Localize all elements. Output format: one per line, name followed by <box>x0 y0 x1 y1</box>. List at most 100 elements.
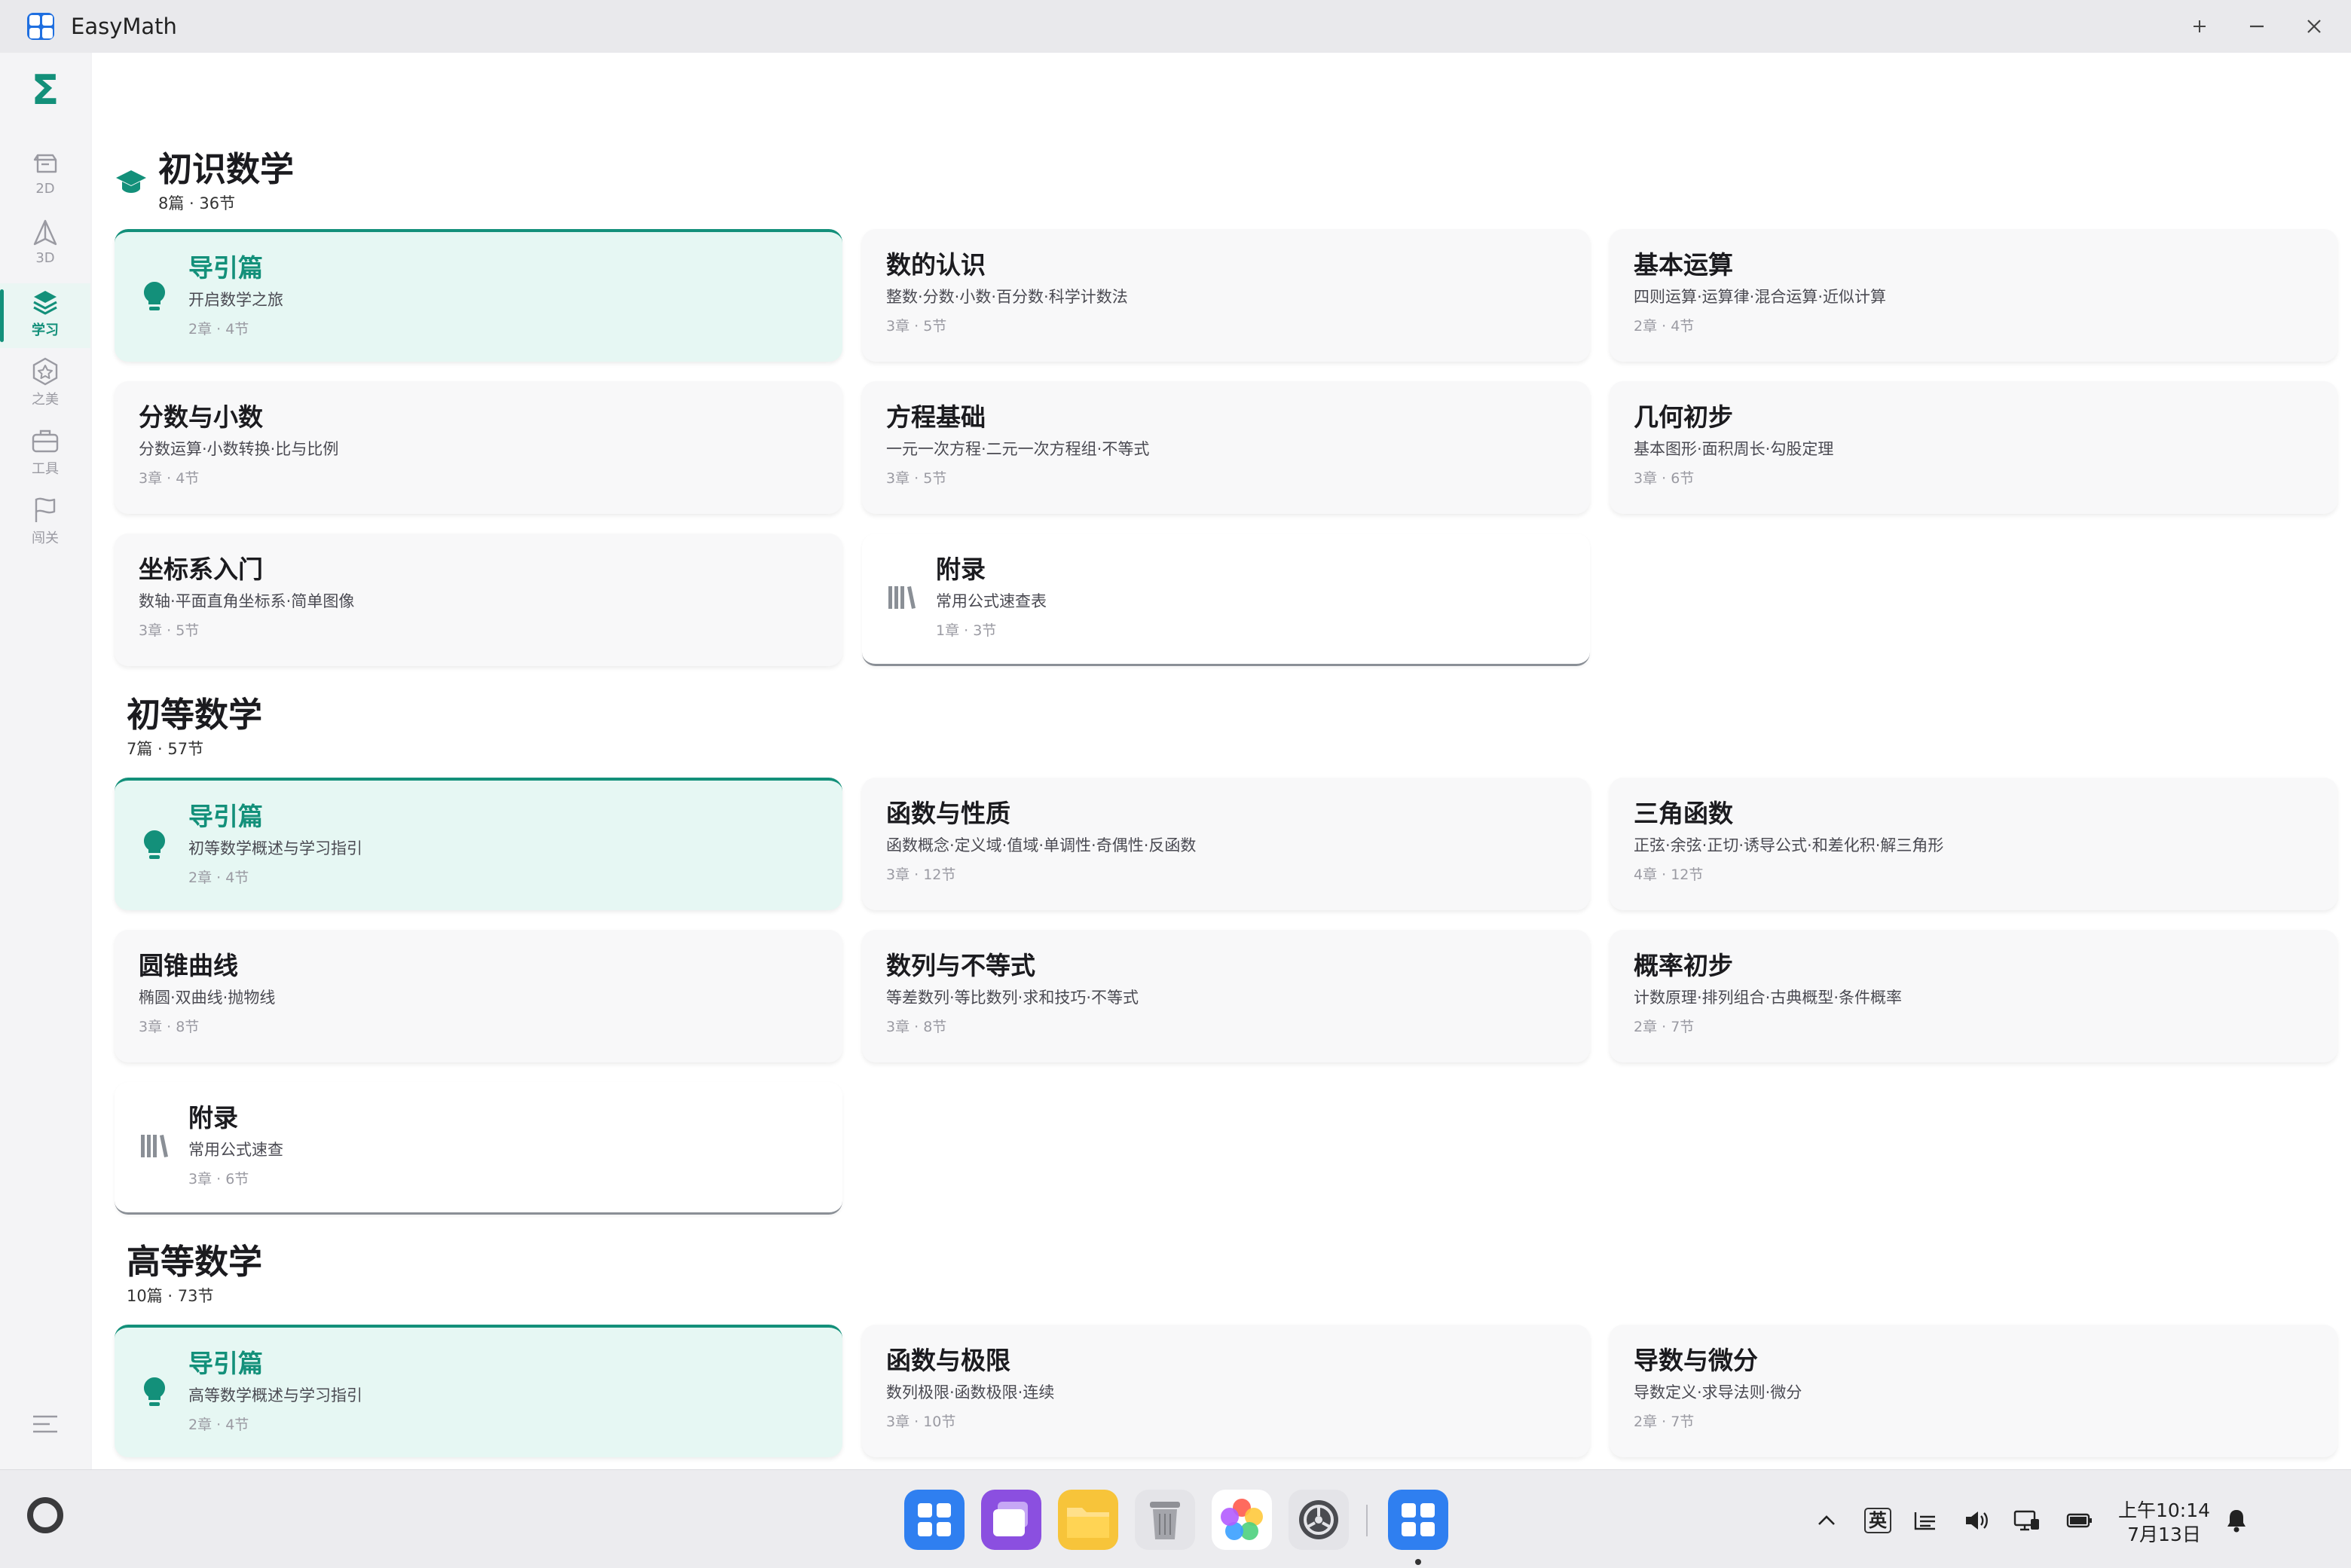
card-description: 正弦·余弦·正切·诱导公式·和差化积·解三角形 <box>1634 836 1944 854</box>
volume-button[interactable] <box>1959 1505 1994 1536</box>
course-card[interactable]: 数的认识 整数·分数·小数·百分数·科学计数法 3章 · 5节 <box>862 229 1590 362</box>
course-grid: 导引篇 开启数学之旅 2章 · 4节 数的认识 整数·分数·小数·百分数·科学计… <box>115 229 2351 666</box>
lightbulb-icon <box>143 282 166 310</box>
layers-stack-icon <box>33 291 57 315</box>
card-description: 数轴·平面直角坐标系·简单图像 <box>139 592 355 610</box>
card-description: 分数运算·小数转换·比与比例 <box>139 440 339 458</box>
section-subtitle: 7篇 · 57节 <box>127 740 204 758</box>
close-icon <box>2307 20 2321 33</box>
notifications-button[interactable] <box>2220 1505 2253 1536</box>
card-meta: 2章 · 4节 <box>188 870 249 886</box>
restore-icon <box>2194 20 2206 32</box>
section-header: 初识数学 8篇 · 36节 <box>115 149 294 214</box>
course-card[interactable]: 圆锥曲线 椭圆·双曲线·抛物线 3章 · 8节 <box>115 930 842 1062</box>
course-card[interactable]: 方程基础 一元一次方程·二元一次方程组·不等式 3章 · 5节 <box>862 381 1590 514</box>
battery-icon <box>2066 1513 2092 1528</box>
restore-window-button[interactable] <box>2182 9 2217 44</box>
display-button[interactable] <box>2007 1505 2047 1536</box>
course-card[interactable]: 坐标系入门 数轴·平面直角坐标系·简单图像 3章 · 5节 <box>115 533 842 666</box>
course-card[interactable]: 三角函数 正弦·余弦·正切·诱导公式·和差化积·解三角形 4章 · 12节 <box>1610 778 2337 910</box>
volume-icon <box>1966 1511 1988 1530</box>
card-description: 基本图形·面积周长·勾股定理 <box>1634 440 1834 458</box>
running-indicator <box>1415 1559 1421 1565</box>
dock-app-files[interactable] <box>1058 1490 1118 1550</box>
course-card[interactable]: 概率初步 计数原理·排列组合·古典概型·条件概率 2章 · 7节 <box>1610 930 2337 1062</box>
card-title: 数的认识 <box>886 250 986 280</box>
sidebar-item-challenge[interactable]: 闯关 <box>0 491 90 556</box>
minimize-window-button[interactable] <box>2239 9 2274 44</box>
flag-icon <box>35 497 56 522</box>
course-card[interactable]: 导引篇 初等数学概述与学习指引 2章 · 4节 <box>115 778 842 910</box>
clock[interactable]: 上午10:14 7月13日 <box>2111 1499 2217 1547</box>
chevron-up-icon <box>1818 1515 1835 1525</box>
dock-divider <box>1366 1505 1368 1536</box>
section-header: 初等数学 7篇 · 57节 <box>127 695 262 760</box>
sidebar-item-label: 工具 <box>32 461 59 477</box>
card-meta: 3章 · 4节 <box>139 470 200 487</box>
sidebar-item-2d[interactable]: 2D <box>0 145 90 209</box>
card-description: 导数定义·求导法则·微分 <box>1634 1383 1802 1401</box>
sidebar-item-tools[interactable]: 工具 <box>0 422 90 487</box>
card-title: 几何初步 <box>1634 402 1733 432</box>
card-title: 方程基础 <box>886 402 986 432</box>
card-title: 概率初步 <box>1634 951 1733 980</box>
dock-app-launcher[interactable] <box>904 1490 965 1550</box>
course-card[interactable]: 函数与极限 数列极限·函数极限·连续 3章 · 10节 <box>862 1325 1590 1457</box>
sidebar-item-3d[interactable]: 3D <box>0 214 90 279</box>
taskbar: 英 上午10:14 7月13日 <box>0 1469 2351 1568</box>
card-description: 高等数学概述与学习指引 <box>188 1386 362 1404</box>
2d-shape-icon <box>33 154 57 173</box>
ime-label: 英 <box>1864 1508 1891 1533</box>
course-card[interactable]: 数列与不等式 等差数列·等比数列·求和技巧·不等式 3章 · 8节 <box>862 930 1590 1062</box>
keyboard-button[interactable] <box>1908 1505 1943 1536</box>
card-title: 附录 <box>188 1103 238 1132</box>
card-meta: 3章 · 6节 <box>188 1171 249 1187</box>
sigma-logo-icon[interactable]: Σ <box>0 66 90 114</box>
trash-icon <box>1135 1490 1195 1550</box>
sidebar-item-beauty[interactable]: 之美 <box>0 353 90 417</box>
section-subtitle: 10篇 · 73节 <box>127 1287 214 1305</box>
dock-app-multitask[interactable] <box>981 1490 1041 1550</box>
card-meta: 3章 · 5节 <box>886 470 947 487</box>
close-window-button[interactable] <box>2297 9 2331 44</box>
card-title: 函数与性质 <box>886 799 1010 828</box>
sidebar-item-label: 3D <box>35 250 55 266</box>
card-description: 一元一次方程·二元一次方程组·不等式 <box>886 440 1150 458</box>
card-title: 导引篇 <box>188 1349 263 1378</box>
card-description: 椭圆·双曲线·抛物线 <box>139 989 276 1007</box>
lightbulb-icon <box>143 830 166 859</box>
tray-expand-button[interactable] <box>1810 1505 1843 1536</box>
card-description: 四则运算·运算律·混合运算·近似计算 <box>1634 288 1887 306</box>
course-card[interactable]: 分数与小数 分数运算·小数转换·比与比例 3章 · 4节 <box>115 381 842 514</box>
dock-app-easymath[interactable] <box>1388 1490 1448 1550</box>
card-meta: 3章 · 5节 <box>139 622 200 639</box>
dock-app-photos[interactable] <box>1212 1490 1272 1550</box>
ime-indicator[interactable]: 英 <box>1860 1505 1896 1536</box>
course-card-appendix[interactable]: 附录 常用公式速查表 1章 · 3节 <box>862 533 1590 666</box>
dock-app-trash[interactable] <box>1135 1490 1195 1550</box>
card-title: 附录 <box>936 555 986 584</box>
course-card-appendix[interactable]: 附录 常用公式速查 3章 · 6节 <box>115 1082 842 1215</box>
sidebar-item-learn[interactable]: 学习 <box>0 283 90 348</box>
start-button[interactable] <box>27 1497 63 1533</box>
card-meta: 2章 · 4节 <box>188 321 249 338</box>
window-title: EasyMath <box>71 14 177 39</box>
clock-date: 7月13日 <box>2127 1524 2201 1545</box>
course-card[interactable]: 导数与微分 导数定义·求导法则·微分 2章 · 7节 <box>1610 1325 2337 1457</box>
menu-expand-icon[interactable] <box>29 1408 62 1441</box>
card-title: 导引篇 <box>188 802 263 831</box>
display-network-icon <box>2013 1510 2039 1531</box>
course-card[interactable]: 导引篇 高等数学概述与学习指引 2章 · 4节 <box>115 1325 842 1457</box>
books-icon <box>888 586 916 609</box>
card-title: 导数与微分 <box>1634 1346 1758 1375</box>
course-card[interactable]: 几何初步 基本图形·面积周长·勾股定理 3章 · 6节 <box>1610 381 2337 514</box>
course-grid: 导引篇 高等数学概述与学习指引 2章 · 4节 函数与极限 数列极限·函数极限·… <box>115 1325 2351 1457</box>
dock-app-settings[interactable] <box>1289 1490 1349 1550</box>
course-card[interactable]: 导引篇 开启数学之旅 2章 · 4节 <box>115 229 842 362</box>
battery-indicator[interactable] <box>2060 1505 2099 1536</box>
course-card[interactable]: 函数与性质 函数概念·定义域·值域·单调性·奇偶性·反函数 3章 · 12节 <box>862 778 1590 910</box>
settings-gear-icon <box>1289 1490 1349 1550</box>
course-card[interactable]: 基本运算 四则运算·运算律·混合运算·近似计算 2章 · 4节 <box>1610 229 2337 362</box>
card-title: 坐标系入门 <box>139 555 263 584</box>
card-meta: 3章 · 8节 <box>886 1019 947 1035</box>
